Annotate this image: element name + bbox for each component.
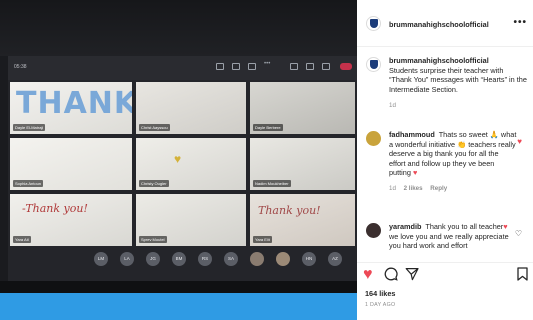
comment-time: 1d	[389, 184, 396, 192]
comment-text-end: we love you and we really appreciate you…	[389, 231, 509, 251]
participant-name: Nadim Moukheiber	[253, 180, 291, 187]
commenter-username[interactable]: yaramdib	[389, 222, 421, 231]
post-caption: brummanahighschoolofficial Students surp…	[366, 56, 528, 109]
more-options-icon[interactable]: •••	[513, 17, 527, 28]
thank-you-sign: Thank you!	[258, 204, 321, 217]
heart-emoji-icon: ♥	[503, 222, 508, 231]
paper-plane-icon[interactable]	[405, 267, 419, 285]
participant-avatar: LM	[94, 252, 108, 266]
video-tile: Dayle Berbere	[250, 82, 355, 134]
video-tile: -Thank you! Yara Atl	[10, 194, 132, 246]
chat-icon	[290, 63, 298, 70]
comment-like-heart-outline-icon[interactable]: ♡	[515, 230, 522, 238]
participant-avatar	[276, 252, 290, 266]
video-tile: Nadim Moukheiber	[250, 138, 355, 190]
reactions-icon	[322, 63, 330, 70]
commenter-avatar[interactable]	[366, 223, 381, 238]
commenter-avatar[interactable]	[366, 131, 381, 146]
caption-username[interactable]: brummanahighschoolofficial	[389, 56, 528, 66]
end-call-icon	[340, 63, 352, 70]
post-photo[interactable]: 05:38 ••• THANK Dayle El-Matraji Christ …	[0, 0, 357, 320]
participant-name: Dayle Berbere	[253, 124, 283, 131]
meeting-timer: 05:38	[14, 64, 27, 70]
likes-count[interactable]: 164 likes	[365, 289, 395, 298]
comment-text-start: Thank you to all teacher	[425, 222, 504, 231]
participant-name: Yara Atl	[13, 236, 31, 243]
desk-edge	[0, 281, 357, 293]
comments-list[interactable]: fadhammoud Thats so sweet 🙏 what a wonde…	[357, 124, 533, 262]
comment-item: yaramdib Thank you to all teacher♥ we lo…	[366, 222, 528, 251]
post-date: 1 DAY AGO	[365, 302, 396, 308]
video-tile: Sophia Antoun	[10, 138, 132, 190]
post-actions: ♥ 164 likes 1 DAY AGO	[357, 262, 533, 320]
more-icon: •••	[264, 61, 271, 67]
participant-name: Sophia Antoun	[13, 180, 44, 187]
participant-avatar: HN	[302, 252, 316, 266]
heart-drawing: ♥	[174, 152, 182, 166]
laptop-bezel	[0, 0, 357, 56]
heart-emoji-icon: ♥	[412, 168, 418, 178]
heart-icon[interactable]: ♥	[363, 267, 373, 283]
header-username[interactable]: brummanahighschoolofficial	[389, 20, 489, 29]
profile-avatar[interactable]	[366, 16, 381, 31]
photo-blue-band	[0, 293, 357, 320]
participant-avatar: BM	[172, 252, 186, 266]
participant-avatar: RS	[198, 252, 212, 266]
commenter-username[interactable]: fadhammoud	[389, 130, 435, 139]
participant-avatar: JG	[146, 252, 160, 266]
post-header: brummanahighschoolofficial •••	[357, 0, 533, 47]
caption-text: Students surprise their teacher with “Th…	[389, 65, 527, 94]
participant-avatars: LM LA JG BM RS SA HN AZ	[94, 252, 354, 268]
meeting-toolbar: 05:38 •••	[8, 56, 357, 80]
caption-avatar[interactable]	[366, 57, 381, 72]
video-tile: Christ Aayssou	[136, 82, 246, 134]
participant-name: Christy Ougler	[139, 180, 169, 187]
reply-button[interactable]: Reply	[430, 185, 447, 192]
video-icon	[216, 63, 224, 70]
share-screen-icon	[248, 63, 256, 70]
participant-name: Yara Elit	[253, 236, 272, 243]
participants-icon	[306, 63, 314, 70]
caption-time: 1d	[389, 102, 396, 110]
video-tile: THANK Dayle El-Matraji	[10, 82, 132, 134]
comment-icon[interactable]	[384, 267, 398, 285]
comment-likes[interactable]: 2 likes	[404, 185, 423, 192]
comment-item: fadhammoud Thats so sweet 🙏 what a wonde…	[366, 130, 528, 192]
thank-you-sign: -Thank you!	[22, 202, 88, 215]
participant-name: Sprev Moutel	[139, 236, 167, 243]
bookmark-icon[interactable]	[517, 267, 528, 285]
participant-avatar: LA	[120, 252, 134, 266]
video-tile: ♥ Christy Ougler	[136, 138, 246, 190]
video-tile: Thank you! Yara Elit	[250, 194, 355, 246]
comment-like-heart-icon[interactable]: ♥	[517, 138, 522, 146]
participant-avatar	[250, 252, 264, 266]
participant-name: Christ Aayssou	[139, 124, 170, 131]
participant-avatar: SA	[224, 252, 238, 266]
participant-avatar: AZ	[328, 252, 342, 266]
laptop-screen: 05:38 ••• THANK Dayle El-Matraji Christ …	[8, 56, 357, 281]
post-sidebar: brummanahighschoolofficial ••• brummanah…	[357, 0, 533, 320]
thank-sign: THANK	[16, 86, 132, 121]
mic-icon	[232, 63, 240, 70]
video-tile: Sprev Moutel	[136, 194, 246, 246]
participant-name: Dayle El-Matraji	[13, 124, 46, 131]
